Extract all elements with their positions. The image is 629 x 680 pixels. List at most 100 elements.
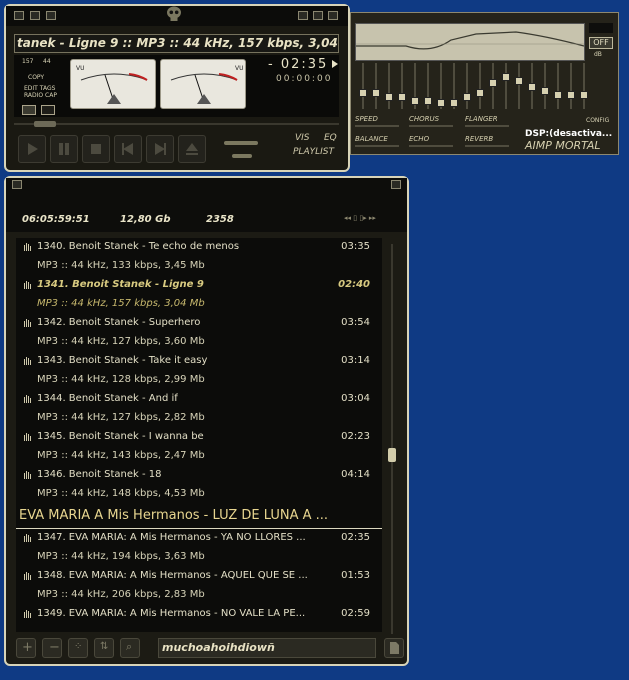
flanger-label[interactable]: FLANGER [465,115,498,123]
eq-band-knob[interactable] [567,91,575,99]
track-row[interactable]: 1344. Benoit Stanek - And if 03:04 [16,390,382,409]
echo-slider[interactable] [409,145,453,147]
track-row[interactable]: 1346. Benoit Stanek - 18 04:14 [16,466,382,485]
scroll-thumb[interactable] [388,448,396,462]
speed-label[interactable]: SPEED [355,115,378,123]
seek-handle[interactable] [34,121,56,127]
eq-band-knob[interactable] [359,89,367,97]
minimize-mini-button[interactable] [30,11,40,20]
eq-preset-box[interactable] [589,23,613,33]
vu-meter-right: VU [160,59,246,109]
mini-transport-icons[interactable]: ◂◂ ▯ ▯▸ ▸▸ [344,214,376,222]
track-info-row[interactable]: MP3 :: 44 kHz, 127 kbps, 3,60 Mb [16,333,382,352]
track-marquee: tanek - Ligne 9 :: MP3 :: 44 kHz, 157 kb… [14,34,339,53]
eq-band-knob[interactable] [398,93,406,101]
track-info-row[interactable]: MP3 :: 44 kHz, 206 kbps, 2,83 Mb [16,586,382,605]
playlist-button[interactable]: PLAYLIST [293,147,334,157]
balance-slider[interactable] [355,145,399,147]
track-info-row[interactable]: MP3 :: 44 kHz, 194 kbps, 3,63 Mb [16,548,382,567]
eq-band-knob[interactable] [502,73,510,81]
playlist-scrollbar[interactable] [387,244,397,634]
player-titlebar[interactable] [6,6,348,26]
eq-band-knob[interactable] [489,79,497,87]
eq-band-knob[interactable] [476,89,484,97]
search-icon[interactable]: ⌕ [120,638,140,658]
close-button[interactable] [328,11,338,20]
stop-button[interactable] [82,135,110,163]
sort-icon[interactable]: ⇅ [94,638,114,658]
track-info: MP3 :: 44 kHz, 148 kbps, 4,53 Mb [37,488,205,499]
chorus-slider[interactable] [409,125,453,127]
minimize-button[interactable] [313,11,323,20]
eq-band-knob[interactable] [463,93,471,101]
eject-button[interactable] [178,135,206,163]
track-row[interactable]: 1347. EVA MARIA: A Mis Hermanos - YA NO … [16,529,382,548]
previous-button[interactable] [114,135,142,163]
speed-slider[interactable] [355,125,399,127]
flanger-slider[interactable] [465,125,509,127]
track-title: 1342. Benoit Stanek - Superhero [37,317,201,328]
eq-band-knob[interactable] [424,97,432,105]
track-row[interactable]: 1349. EVA MARIA: A Mis Hermanos - NO VAL… [16,605,382,624]
add-icon[interactable]: + [16,638,36,658]
chorus-label[interactable]: CHORUS [409,115,439,123]
spectrum-icon[interactable] [22,105,36,115]
copy-button[interactable]: COPY [28,74,44,81]
track-info-row[interactable]: MP3 :: 44 kHz, 157 kbps, 3,04 Mb [16,295,382,314]
eq-band-knob[interactable] [541,87,549,95]
track-info-row[interactable]: MP3 :: 44 kHz, 128 kbps, 2,99 Mb [16,371,382,390]
track-info-row[interactable]: MP3 :: 44 kHz, 127 kbps, 2,82 Mb [16,409,382,428]
pause-button[interactable] [50,135,78,163]
edit-tags-button[interactable]: EDIT TAGS [24,85,55,92]
track-info-row[interactable]: MP3 :: 44 kHz, 143 kbps, 2,47 Mb [16,447,382,466]
track-row[interactable]: 1340. Benoit Stanek - Te echo de menos 03… [16,238,382,257]
shade-button[interactable] [46,11,56,20]
config-button[interactable]: CONFIG [586,117,609,124]
eq-band-knob[interactable] [580,91,588,99]
arrow-right-icon[interactable] [332,60,338,68]
track-row[interactable]: 1348. EVA MARIA: A Mis Hermanos - AQUEL … [16,567,382,586]
eq-band-knob[interactable] [554,91,562,99]
player-window: tanek - Ligne 9 :: MP3 :: 44 kHz, 157 kb… [4,4,350,172]
track-info-row[interactable]: MP3 :: 44 kHz, 148 kbps, 4,53 Mb [16,485,382,504]
eq-band-knob[interactable] [450,99,458,107]
eq-band-knob[interactable] [411,97,419,105]
playlist-close-button[interactable] [391,180,401,189]
track-duration: 01:53 [341,570,370,581]
track-row[interactable]: 1341. Benoit Stanek - Ligne 9 02:40 [16,276,382,295]
radio-cap-button[interactable]: RADIO CAP [24,92,57,99]
quick-search-input[interactable]: muchoahoihdiowñ [158,638,376,658]
track-row[interactable]: 1342. Benoit Stanek - Superhero 03:54 [16,314,382,333]
track-info-row[interactable]: MP3 :: 44 kHz, 133 kbps, 3,45 Mb [16,257,382,276]
playlist-menu-button[interactable] [12,180,22,189]
eq-band-track [518,63,520,109]
playlist-titlebar[interactable] [6,178,407,192]
track-row[interactable]: 1345. Benoit Stanek - I wanna be 02:23 [16,428,382,447]
seek-bar[interactable] [14,119,339,129]
echo-label[interactable]: ECHO [409,135,429,143]
balance-label[interactable]: BALANCE [355,135,388,143]
eq-band-knob[interactable] [528,83,536,91]
group-header[interactable]: EVA MARIA A Mis Hermanos - LUZ DE LUNA A… [16,504,382,529]
tray-button[interactable] [298,11,308,20]
reverb-slider[interactable] [465,145,509,147]
volume-slider[interactable] [224,141,258,161]
playlist-tracks[interactable]: 1340. Benoit Stanek - Te echo de menos 03… [16,238,382,632]
time-remaining[interactable]: - 02:35 [268,57,328,72]
select-icon[interactable]: ⁘ [68,638,88,658]
reverb-label[interactable]: REVERB [465,135,493,143]
playlist-file-icon[interactable] [384,638,404,658]
eq-off-button[interactable]: OFF [589,37,613,49]
eq-band-knob[interactable] [372,89,380,97]
eq-band-knob[interactable] [385,93,393,101]
menu-button[interactable] [14,11,24,20]
eq-band-knob[interactable] [515,77,523,85]
eq-band-knob[interactable] [437,99,445,107]
play-button[interactable] [18,135,46,163]
vis-button[interactable]: VIS [295,133,310,143]
next-button[interactable] [146,135,174,163]
eq-button[interactable]: EQ [324,133,337,143]
remove-icon[interactable]: − [42,638,62,658]
track-row[interactable]: 1343. Benoit Stanek - Take it easy 03:14 [16,352,382,371]
display-mode-icon[interactable] [41,105,55,115]
